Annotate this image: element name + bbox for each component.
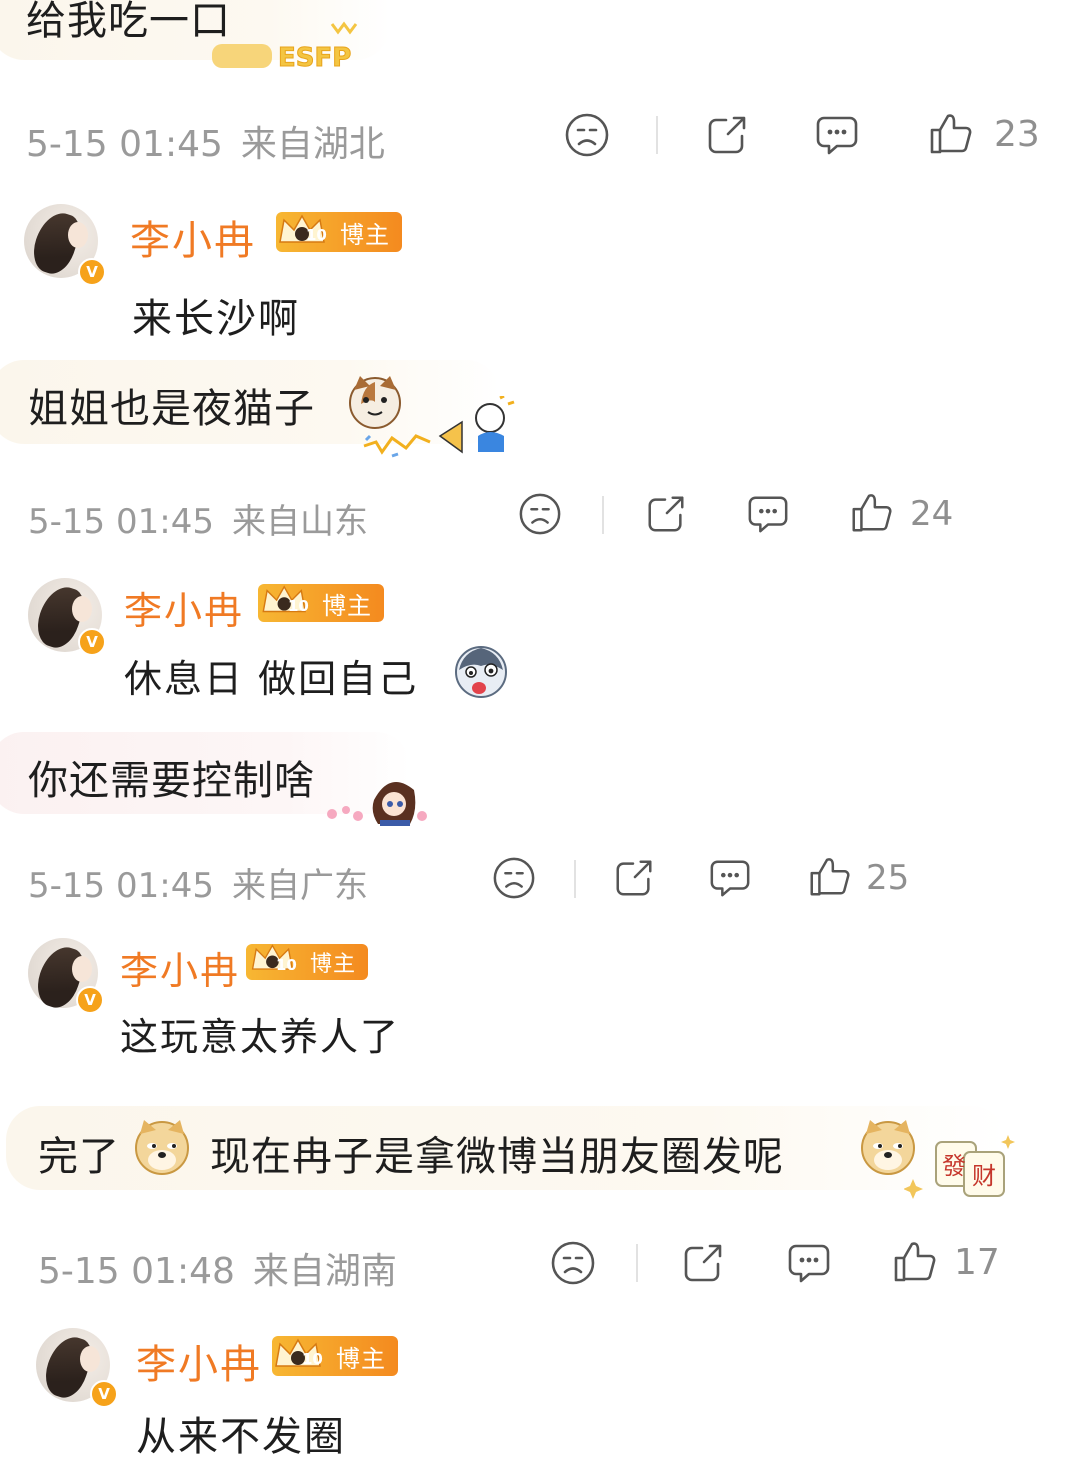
share-icon[interactable] (680, 1240, 726, 1286)
comment-meta: 5-15 01:45 来自山东 (28, 494, 368, 543)
verified-badge: V (78, 628, 106, 656)
avatar[interactable]: V (24, 204, 106, 286)
comment-icon[interactable] (786, 1240, 832, 1286)
avatar[interactable]: V (28, 578, 106, 656)
fortune-sticker: 發 财 (903, 1134, 1020, 1204)
verified-badge: V (90, 1380, 118, 1408)
comment-icon[interactable] (708, 856, 752, 900)
comment-location: 来自广东 (231, 866, 368, 906)
like-count: 23 (994, 114, 1040, 155)
comment-icon[interactable] (814, 112, 860, 158)
divider (574, 860, 576, 898)
badge-label: 博主 (336, 1344, 386, 1373)
share-icon[interactable] (612, 856, 656, 900)
badge-label: 博主 (322, 591, 372, 620)
reply-username[interactable]: 李小冉 (136, 1332, 262, 1390)
comment-time: 5-15 01:45 (28, 866, 214, 906)
like-icon[interactable] (806, 854, 852, 900)
like-icon[interactable] (926, 110, 974, 158)
blogger-badge: 10 博主 (276, 212, 402, 252)
share-icon[interactable] (644, 492, 688, 536)
divider (636, 1244, 638, 1282)
anime-character-sticker (324, 770, 430, 826)
comment-icon[interactable] (746, 492, 790, 536)
like-count: 24 (910, 494, 954, 534)
dislike-icon[interactable] (564, 112, 610, 158)
like-icon[interactable] (890, 1238, 938, 1286)
comment-text: 你还需要控制啥 (28, 758, 315, 804)
comment-location: 来自湖北 (240, 124, 385, 165)
blogger-badge: 10 博主 (258, 584, 384, 622)
like-icon[interactable] (848, 490, 894, 536)
reply-username[interactable]: 李小冉 (124, 580, 244, 635)
comment-text: 给我吃一口 (26, 0, 231, 44)
dislike-icon[interactable] (550, 1240, 596, 1286)
comment-text: 姐姐也是夜猫子 (28, 386, 315, 432)
reply-text: 来长沙啊 (132, 296, 300, 342)
comment-time: 5-15 01:45 (28, 502, 214, 542)
comment-time: 5-15 01:48 (38, 1251, 235, 1292)
reply-username[interactable]: 李小冉 (120, 940, 240, 995)
verified-badge: V (76, 986, 104, 1014)
dislike-icon[interactable] (492, 856, 536, 900)
badge-label: 博主 (340, 220, 390, 249)
avatar[interactable]: V (36, 1328, 118, 1408)
comment-location: 来自湖南 (252, 1251, 397, 1292)
reply-text: 休息日 做回自己 (124, 657, 419, 701)
dislike-icon[interactable] (518, 492, 562, 536)
comment-meta: 5-15 01:45 来自广东 (28, 858, 368, 907)
divider (602, 496, 604, 534)
fortune-char-1: 發 (942, 1152, 966, 1180)
divider (656, 116, 658, 154)
esfp-sticker: ESFP (212, 20, 392, 76)
comment-meta: 5-15 01:45 来自湖北 (26, 115, 385, 167)
comment-text: 现在冉子是拿微博当朋友圈发呢 (210, 1134, 784, 1180)
blogger-badge: 10 博主 (272, 1336, 398, 1376)
badge-level: 10 (276, 956, 297, 974)
comment-time: 5-15 01:45 (26, 124, 223, 165)
comment-text: 完了 (38, 1134, 120, 1180)
reply-text: 这玩意太养人了 (120, 1015, 401, 1059)
badge-level: 10 (288, 597, 309, 615)
comment-location: 来自山东 (231, 502, 368, 542)
like-count: 17 (954, 1242, 1000, 1283)
blogger-badge: 10 博主 (246, 944, 369, 980)
reply-username[interactable]: 李小冉 (130, 208, 256, 266)
badge-label: 博主 (310, 952, 357, 977)
avatar[interactable]: V (28, 938, 104, 1014)
comment-meta: 5-15 01:48 来自湖南 (38, 1242, 397, 1294)
megaphone-sticker (362, 394, 522, 462)
share-icon[interactable] (704, 112, 750, 158)
doge-emoji (132, 1118, 192, 1176)
reply-text: 从来不发圈 (136, 1414, 346, 1460)
husky-emoji (452, 644, 510, 700)
verified-badge: V (78, 258, 106, 286)
like-count: 25 (866, 858, 910, 898)
badge-level: 10 (306, 226, 327, 244)
badge-level: 10 (302, 1350, 323, 1368)
esfp-label: ESFP (278, 43, 351, 73)
fortune-char-2: 财 (972, 1162, 996, 1190)
